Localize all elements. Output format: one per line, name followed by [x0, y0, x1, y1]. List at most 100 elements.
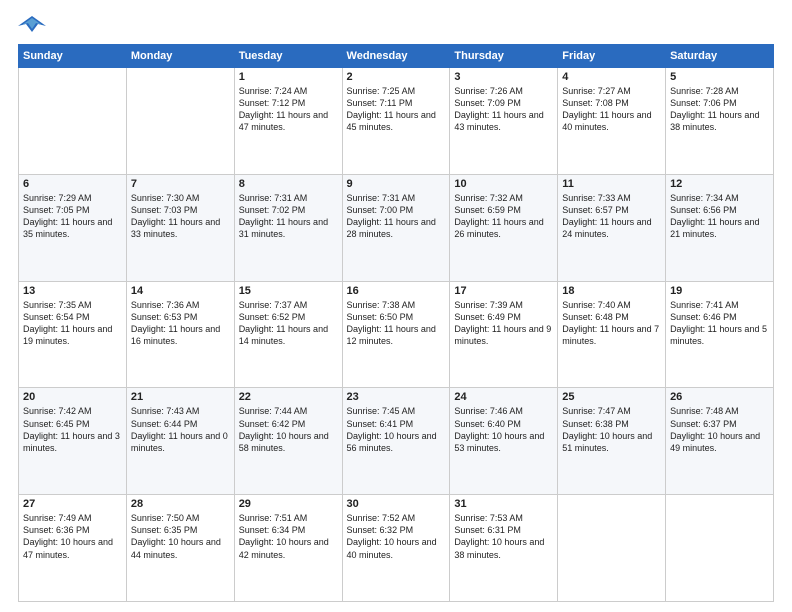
- day-info: Sunrise: 7:35 AMSunset: 6:54 PMDaylight:…: [23, 299, 122, 348]
- day-info: Sunrise: 7:46 AMSunset: 6:40 PMDaylight:…: [454, 405, 553, 454]
- day-number: 4: [562, 71, 661, 83]
- calendar-cell: 7 Sunrise: 7:30 AMSunset: 7:03 PMDaylight…: [126, 174, 234, 281]
- day-info: Sunrise: 7:31 AMSunset: 7:02 PMDaylight:…: [239, 192, 338, 241]
- day-info: Sunrise: 7:37 AMSunset: 6:52 PMDaylight:…: [239, 299, 338, 348]
- day-info: Sunrise: 7:32 AMSunset: 6:59 PMDaylight:…: [454, 192, 553, 241]
- header: [18, 14, 774, 36]
- calendar-cell: 10 Sunrise: 7:32 AMSunset: 6:59 PMDayligh…: [450, 174, 558, 281]
- day-info: Sunrise: 7:26 AMSunset: 7:09 PMDaylight:…: [454, 85, 553, 134]
- day-number: 25: [562, 391, 661, 403]
- day-info: Sunrise: 7:45 AMSunset: 6:41 PMDaylight:…: [347, 405, 446, 454]
- calendar-cell: 29 Sunrise: 7:51 AMSunset: 6:34 PMDayligh…: [234, 495, 342, 602]
- day-number: 31: [454, 498, 553, 510]
- calendar-cell: 5 Sunrise: 7:28 AMSunset: 7:06 PMDaylight…: [666, 68, 774, 175]
- day-info: Sunrise: 7:43 AMSunset: 6:44 PMDaylight:…: [131, 405, 230, 454]
- day-info: Sunrise: 7:30 AMSunset: 7:03 PMDaylight:…: [131, 192, 230, 241]
- calendar-cell: 21 Sunrise: 7:43 AMSunset: 6:44 PMDayligh…: [126, 388, 234, 495]
- calendar-cell: 12 Sunrise: 7:34 AMSunset: 6:56 PMDayligh…: [666, 174, 774, 281]
- weekday-header-monday: Monday: [126, 45, 234, 68]
- weekday-header-tuesday: Tuesday: [234, 45, 342, 68]
- calendar-cell: 23Sunrise: 7:45 AMSunset: 6:41 PMDayligh…: [342, 388, 450, 495]
- day-info: Sunrise: 7:31 AMSunset: 7:00 PMDaylight:…: [347, 192, 446, 241]
- calendar-week-5: 27Sunrise: 7:49 AMSunset: 6:36 PMDayligh…: [19, 495, 774, 602]
- day-number: 18: [562, 285, 661, 297]
- day-number: 5: [670, 71, 769, 83]
- calendar-cell: 31 Sunrise: 7:53 AMSunset: 6:31 PMDayligh…: [450, 495, 558, 602]
- day-number: 15: [239, 285, 338, 297]
- day-number: 22: [239, 391, 338, 403]
- day-info: Sunrise: 7:53 AMSunset: 6:31 PMDaylight:…: [454, 512, 553, 561]
- calendar-cell: [19, 68, 127, 175]
- calendar-cell: 13 Sunrise: 7:35 AMSunset: 6:54 PMDayligh…: [19, 281, 127, 388]
- calendar-week-4: 20 Sunrise: 7:42 AMSunset: 6:45 PMDayligh…: [19, 388, 774, 495]
- day-info: Sunrise: 7:34 AMSunset: 6:56 PMDaylight:…: [670, 192, 769, 241]
- day-info: Sunrise: 7:38 AMSunset: 6:50 PMDaylight:…: [347, 299, 446, 348]
- day-number: 12: [670, 178, 769, 190]
- day-info: Sunrise: 7:49 AMSunset: 6:36 PMDaylight:…: [23, 512, 122, 561]
- day-number: 20: [23, 391, 122, 403]
- calendar-cell: 17Sunrise: 7:39 AMSunset: 6:49 PMDayligh…: [450, 281, 558, 388]
- calendar-cell: 27Sunrise: 7:49 AMSunset: 6:36 PMDayligh…: [19, 495, 127, 602]
- day-info: Sunrise: 7:42 AMSunset: 6:45 PMDaylight:…: [23, 405, 122, 454]
- calendar-cell: 25 Sunrise: 7:47 AMSunset: 6:38 PMDayligh…: [558, 388, 666, 495]
- day-info: Sunrise: 7:29 AMSunset: 7:05 PMDaylight:…: [23, 192, 122, 241]
- day-info: Sunrise: 7:44 AMSunset: 6:42 PMDaylight:…: [239, 405, 338, 454]
- calendar-cell: 2 Sunrise: 7:25 AMSunset: 7:11 PMDaylight…: [342, 68, 450, 175]
- calendar-week-1: 1Sunrise: 7:24 AMSunset: 7:12 PMDaylight…: [19, 68, 774, 175]
- day-number: 26: [670, 391, 769, 403]
- day-number: 10: [454, 178, 553, 190]
- logo-icon: [18, 14, 46, 36]
- calendar-cell: 6 Sunrise: 7:29 AMSunset: 7:05 PMDaylight…: [19, 174, 127, 281]
- weekday-header-friday: Friday: [558, 45, 666, 68]
- weekday-header-sunday: Sunday: [19, 45, 127, 68]
- day-number: 14: [131, 285, 230, 297]
- day-info: Sunrise: 7:48 AMSunset: 6:37 PMDaylight:…: [670, 405, 769, 454]
- page: SundayMondayTuesdayWednesdayThursdayFrid…: [0, 0, 792, 612]
- day-info: Sunrise: 7:41 AMSunset: 6:46 PMDaylight:…: [670, 299, 769, 348]
- day-info: Sunrise: 7:51 AMSunset: 6:34 PMDaylight:…: [239, 512, 338, 561]
- calendar-cell: 26 Sunrise: 7:48 AMSunset: 6:37 PMDayligh…: [666, 388, 774, 495]
- calendar-cell: 14 Sunrise: 7:36 AMSunset: 6:53 PMDayligh…: [126, 281, 234, 388]
- day-number: 28: [131, 498, 230, 510]
- calendar-cell: 30Sunrise: 7:52 AMSunset: 6:32 PMDayligh…: [342, 495, 450, 602]
- day-number: 21: [131, 391, 230, 403]
- calendar-cell: 28 Sunrise: 7:50 AMSunset: 6:35 PMDayligh…: [126, 495, 234, 602]
- calendar-cell: 11Sunrise: 7:33 AMSunset: 6:57 PMDayligh…: [558, 174, 666, 281]
- day-info: Sunrise: 7:50 AMSunset: 6:35 PMDaylight:…: [131, 512, 230, 561]
- day-number: 19: [670, 285, 769, 297]
- day-info: Sunrise: 7:24 AMSunset: 7:12 PMDaylight:…: [239, 85, 338, 134]
- day-info: Sunrise: 7:39 AMSunset: 6:49 PMDaylight:…: [454, 299, 553, 348]
- calendar-cell: 18 Sunrise: 7:40 AMSunset: 6:48 PMDayligh…: [558, 281, 666, 388]
- calendar-cell: [126, 68, 234, 175]
- day-number: 6: [23, 178, 122, 190]
- day-info: Sunrise: 7:47 AMSunset: 6:38 PMDaylight:…: [562, 405, 661, 454]
- day-info: Sunrise: 7:27 AMSunset: 7:08 PMDaylight:…: [562, 85, 661, 134]
- day-number: 24: [454, 391, 553, 403]
- calendar-cell: 1Sunrise: 7:24 AMSunset: 7:12 PMDaylight…: [234, 68, 342, 175]
- calendar-cell: 9Sunrise: 7:31 AMSunset: 7:00 PMDaylight…: [342, 174, 450, 281]
- calendar-cell: 16 Sunrise: 7:38 AMSunset: 6:50 PMDayligh…: [342, 281, 450, 388]
- logo: [18, 14, 50, 36]
- day-info: Sunrise: 7:40 AMSunset: 6:48 PMDaylight:…: [562, 299, 661, 348]
- day-number: 30: [347, 498, 446, 510]
- calendar-cell: 15 Sunrise: 7:37 AMSunset: 6:52 PMDayligh…: [234, 281, 342, 388]
- calendar-cell: 8 Sunrise: 7:31 AMSunset: 7:02 PMDaylight…: [234, 174, 342, 281]
- day-number: 29: [239, 498, 338, 510]
- calendar-cell: 4 Sunrise: 7:27 AMSunset: 7:08 PMDaylight…: [558, 68, 666, 175]
- calendar-cell: [558, 495, 666, 602]
- day-number: 16: [347, 285, 446, 297]
- calendar-week-2: 6 Sunrise: 7:29 AMSunset: 7:05 PMDaylight…: [19, 174, 774, 281]
- calendar-cell: 3Sunrise: 7:26 AMSunset: 7:09 PMDaylight…: [450, 68, 558, 175]
- calendar-cell: 19 Sunrise: 7:41 AMSunset: 6:46 PMDayligh…: [666, 281, 774, 388]
- day-number: 7: [131, 178, 230, 190]
- calendar-cell: 22 Sunrise: 7:44 AMSunset: 6:42 PMDayligh…: [234, 388, 342, 495]
- day-number: 8: [239, 178, 338, 190]
- day-number: 2: [347, 71, 446, 83]
- calendar-cell: 24 Sunrise: 7:46 AMSunset: 6:40 PMDayligh…: [450, 388, 558, 495]
- weekday-header-wednesday: Wednesday: [342, 45, 450, 68]
- day-info: Sunrise: 7:36 AMSunset: 6:53 PMDaylight:…: [131, 299, 230, 348]
- day-number: 13: [23, 285, 122, 297]
- calendar-table: SundayMondayTuesdayWednesdayThursdayFrid…: [18, 44, 774, 602]
- day-info: Sunrise: 7:25 AMSunset: 7:11 PMDaylight:…: [347, 85, 446, 134]
- day-info: Sunrise: 7:28 AMSunset: 7:06 PMDaylight:…: [670, 85, 769, 134]
